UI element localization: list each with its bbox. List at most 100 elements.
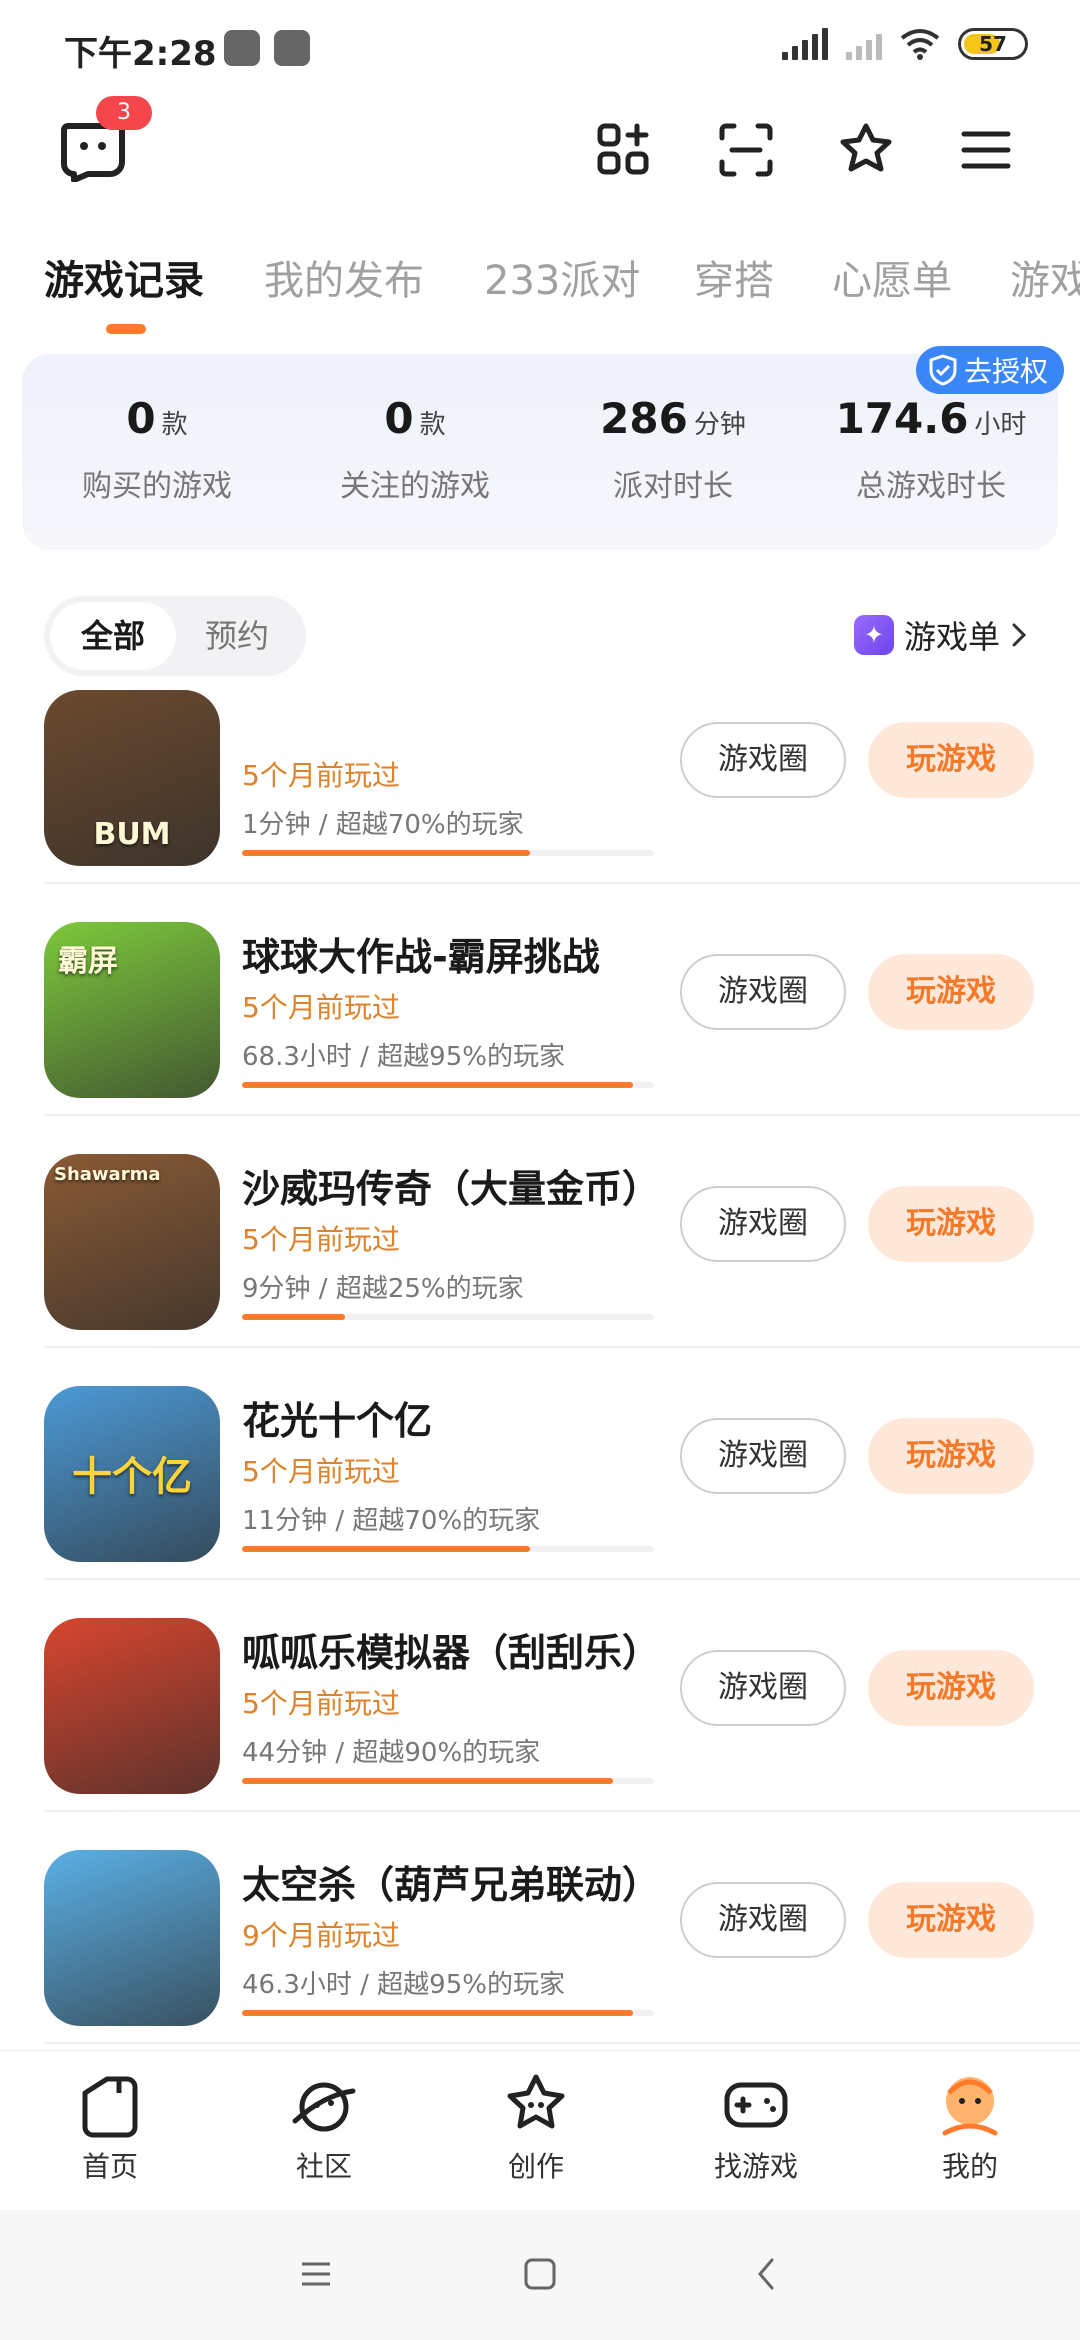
last-played: 9个月前玩过	[242, 1919, 400, 1952]
progress-bar	[242, 1082, 654, 1088]
play-stats: 46.3小时 / 超越95%的玩家	[242, 1970, 565, 2000]
stat-value: 286	[600, 394, 688, 443]
filter-reserve[interactable]: 预约	[174, 602, 300, 670]
game-circle-button[interactable]: 游戏圈	[680, 1882, 846, 1958]
game-title: 呱呱乐模拟器（刮刮乐）	[242, 1631, 661, 1675]
message-badge: 3	[96, 96, 152, 130]
nav-me[interactable]: 我的	[900, 2071, 1040, 2185]
game-list-label: 游戏单	[903, 618, 1000, 656]
game-list: BUM 5个月前玩过 1分钟 / 超越70%的玩家 游戏圈 玩游戏 霸屏 球球大…	[0, 690, 1080, 2050]
stat-followed[interactable]: 0款 关注的游戏	[290, 394, 540, 505]
home-icon	[82, 2076, 138, 2138]
play-stats: 44分钟 / 超越90%的玩家	[242, 1738, 541, 1768]
mi-store-icon	[274, 30, 310, 66]
last-played: 5个月前玩过	[242, 991, 400, 1024]
game-thumbnail: 十个亿	[44, 1386, 220, 1562]
nav-label: 创作	[507, 2150, 564, 2183]
wifi-icon	[900, 29, 940, 60]
battery-icon: 57	[958, 28, 1028, 60]
filter-all[interactable]: 全部	[50, 602, 176, 670]
scan-icon[interactable]	[716, 120, 776, 180]
stat-total-time[interactable]: 174.6 小时 总游戏时长	[806, 394, 1056, 505]
game-thumbnail-text: 霸屏	[58, 944, 118, 979]
list-item[interactable]: Shawarma 沙威玛传奇（大量金币） 5个月前玩过 9分钟 / 超越25%的…	[0, 1116, 1080, 1348]
play-game-button[interactable]: 玩游戏	[868, 954, 1034, 1030]
planet-icon	[292, 2082, 356, 2132]
tab-indicator	[106, 324, 146, 334]
sparkle-icon: ✦	[853, 615, 894, 655]
game-thumbnail-text: Shawarma	[54, 1164, 161, 1185]
play-stats: 11分钟 / 超越70%的玩家	[242, 1506, 541, 1536]
star-badge-icon[interactable]	[836, 120, 896, 180]
recent-apps-icon[interactable]	[296, 2254, 336, 2294]
last-played: 5个月前玩过	[242, 1455, 400, 1488]
progress-fill	[242, 1082, 634, 1088]
list-item[interactable]: BUM 5个月前玩过 1分钟 / 超越70%的玩家 游戏圈 玩游戏	[0, 690, 1080, 884]
list-item[interactable]: 呱呱乐模拟器（刮刮乐） 5个月前玩过 44分钟 / 超越90%的玩家 游戏圈 玩…	[0, 1580, 1080, 1812]
authorize-label: 去授权	[963, 355, 1048, 388]
play-game-button[interactable]: 玩游戏	[868, 1418, 1034, 1494]
home-button-icon[interactable]	[520, 2254, 560, 2294]
stat-value: 0	[126, 394, 156, 443]
play-game-button[interactable]: 玩游戏	[868, 722, 1034, 798]
game-thumbnail: Shawarma	[44, 1154, 220, 1330]
game-title: 花光十个亿	[242, 1399, 433, 1443]
play-stats: 68.3小时 / 超越95%的玩家	[242, 1042, 565, 1072]
stat-party-time[interactable]: 286 分钟 派对时长	[548, 394, 798, 505]
progress-fill	[242, 1314, 345, 1320]
progress-bar	[242, 850, 654, 856]
list-item[interactable]: 十个亿 花光十个亿 5个月前玩过 11分钟 / 超越70%的玩家 游戏圈 玩游戏	[0, 1348, 1080, 1580]
play-game-button[interactable]: 玩游戏	[868, 1186, 1034, 1262]
game-thumbnail-text: BUM	[93, 817, 171, 852]
menu-icon[interactable]	[956, 120, 1016, 180]
filter-segment: 全部 预约	[44, 596, 306, 676]
game-circle-button[interactable]: 游戏圈	[680, 722, 846, 798]
tab-my-posts[interactable]: 我的发布	[264, 248, 424, 306]
stat-label: 派对时长	[613, 469, 733, 504]
nav-home[interactable]: 首页	[40, 2071, 180, 2185]
star-icon	[507, 2074, 565, 2129]
game-circle-button[interactable]: 游戏圈	[680, 1186, 846, 1262]
game-circle-button[interactable]: 游戏圈	[680, 954, 846, 1030]
progress-fill	[242, 2010, 634, 2016]
stat-unit: 款	[419, 410, 446, 440]
stat-value: 0	[384, 394, 414, 443]
authorize-button[interactable]: 去授权	[915, 346, 1064, 394]
nav-label: 首页	[81, 2150, 138, 2183]
nav-community[interactable]: 社区	[254, 2071, 394, 2185]
tab-game-records[interactable]: 游戏记录	[44, 248, 204, 306]
tab-outfit[interactable]: 穿搭	[694, 248, 774, 306]
game-list-link[interactable]: ✦ 游戏单	[853, 612, 1028, 658]
tab-wishlist[interactable]: 心愿单	[832, 248, 952, 306]
play-game-button[interactable]: 玩游戏	[868, 1650, 1034, 1726]
play-stats: 9分钟 / 超越25%的玩家	[242, 1274, 524, 1304]
avatar-icon	[942, 2077, 998, 2136]
stat-label: 关注的游戏	[340, 469, 490, 504]
nav-find-games[interactable]: 找游戏	[686, 2071, 826, 2185]
game-thumbnail-text: 十个亿	[72, 1454, 192, 1500]
progress-fill	[242, 1778, 613, 1784]
stat-unit: 小时	[974, 410, 1027, 440]
progress-bar	[242, 1778, 654, 1784]
game-circle-button[interactable]: 游戏圈	[680, 1418, 846, 1494]
signal-2-icon	[846, 28, 882, 60]
stat-label: 总游戏时长	[856, 469, 1006, 504]
play-game-button[interactable]: 玩游戏	[868, 1882, 1034, 1958]
list-item[interactable]: 太空杀（葫芦兄弟联动） 9个月前玩过 46.3小时 / 超越95%的玩家 游戏圈…	[0, 1812, 1080, 2044]
back-icon[interactable]	[746, 2254, 786, 2294]
game-circle-button[interactable]: 游戏圈	[680, 1650, 846, 1726]
list-item[interactable]: 霸屏 球球大作战-霸屏挑战 5个月前玩过 68.3小时 / 超越95%的玩家 游…	[0, 884, 1080, 1116]
apps-add-icon[interactable]	[594, 120, 654, 180]
gamepad-icon	[724, 2082, 788, 2128]
tab-233-party[interactable]: 233派对	[484, 248, 640, 306]
game-title: 沙威玛传奇（大量金币）	[242, 1167, 661, 1211]
game-thumbnail: BUM	[44, 690, 220, 866]
status-time: 下午2:28	[64, 34, 217, 74]
nav-create[interactable]: 创作	[466, 2071, 606, 2185]
game-thumbnail	[44, 1618, 220, 1794]
stat-purchased[interactable]: 0款 购买的游戏	[32, 394, 282, 505]
status-bar: 下午2:28 57	[0, 0, 1080, 96]
stat-label: 购买的游戏	[82, 469, 232, 504]
tab-games[interactable]: 游戏	[1010, 248, 1080, 306]
stat-unit: 分钟	[693, 410, 746, 440]
